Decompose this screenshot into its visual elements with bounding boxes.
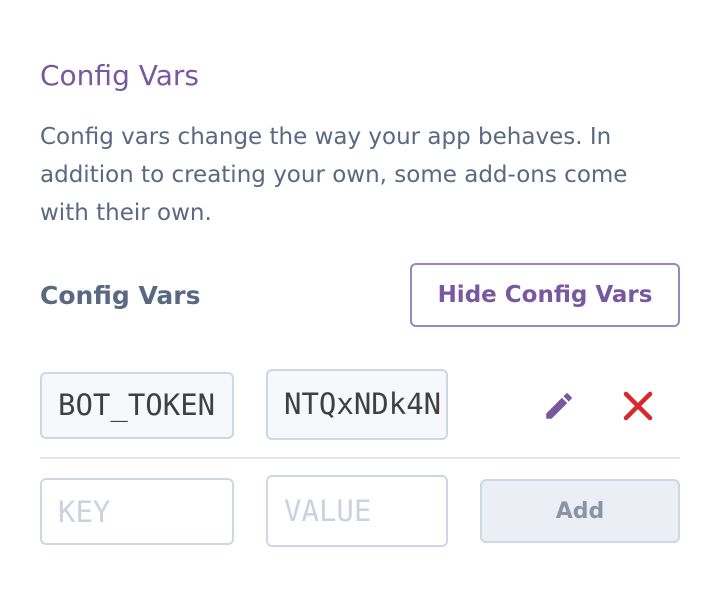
config-var-key-text: BOT_TOKEN xyxy=(58,388,216,422)
config-var-value-text: NTQxNDk4N xyxy=(284,387,442,421)
new-value-field[interactable] xyxy=(266,475,448,547)
row-divider xyxy=(40,457,680,459)
close-icon xyxy=(623,391,653,421)
add-config-var-button[interactable]: Add xyxy=(480,479,680,543)
edit-config-var-button[interactable] xyxy=(537,384,581,428)
config-vars-panel: Config Vars Config vars change the way y… xyxy=(0,0,720,595)
config-var-key-field[interactable]: BOT_TOKEN xyxy=(40,372,234,439)
section-title: Config Vars xyxy=(40,59,199,92)
new-key-field[interactable] xyxy=(40,478,234,545)
pencil-icon xyxy=(546,393,572,419)
new-value-input[interactable] xyxy=(268,477,446,545)
section-description: Config vars change the way your app beha… xyxy=(40,124,628,226)
delete-config-var-button[interactable] xyxy=(616,384,660,428)
new-key-input[interactable] xyxy=(42,480,232,543)
hide-config-vars-button[interactable]: Hide Config Vars xyxy=(410,263,680,327)
config-vars-heading: Config Vars xyxy=(40,281,201,310)
config-var-value-field[interactable]: NTQxNDk4N xyxy=(266,369,448,440)
